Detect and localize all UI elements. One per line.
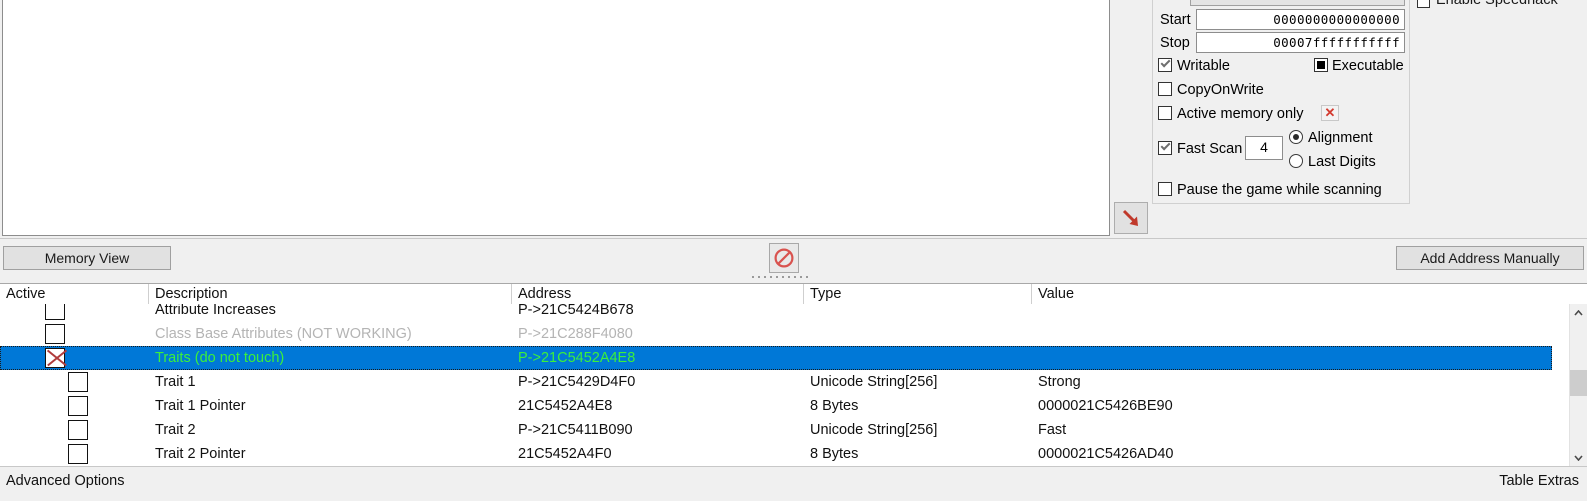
row-address: P->21C5424B678 <box>518 304 634 318</box>
row-type: 8 Bytes <box>810 446 859 462</box>
column-header-value[interactable]: Value <box>1038 286 1074 302</box>
row-description: Class Base Attributes (NOT WORKING) <box>155 326 412 342</box>
row-active-checkbox[interactable] <box>68 372 88 392</box>
row-type: Unicode String[256] <box>810 374 938 390</box>
cheat-engine-window: Start 0000000000000000 Stop 00007fffffff… <box>0 0 1587 501</box>
table-row[interactable]: Trait 1 P->21C5429D4F0 Unicode String[256]… <box>0 370 1552 394</box>
row-description: Trait 1 Pointer <box>155 398 246 414</box>
active-memory-only-checkbox[interactable] <box>1158 106 1172 120</box>
writable-label: Writable <box>1177 58 1230 74</box>
row-value: Fast <box>1038 422 1067 438</box>
splitter-grip[interactable] <box>752 276 812 281</box>
start-label: Start <box>1160 12 1191 28</box>
status-bar: Advanced Options Table Extras <box>0 466 1587 501</box>
no-entry-icon <box>774 248 794 268</box>
column-divider[interactable] <box>803 284 804 304</box>
row-active-checkbox[interactable] <box>45 324 65 344</box>
scan-options-group <box>1152 0 1410 204</box>
table-row[interactable]: Attribute Increases P->21C5424B678 <box>0 304 1552 322</box>
red-arrow-down-right-icon-button[interactable] <box>1114 202 1148 234</box>
address-list-table: Active Description Address Type Value At… <box>0 283 1587 466</box>
row-description: Attribute Increases <box>155 304 276 318</box>
enable-speedhack-label: Enable Speedhack <box>1436 0 1558 8</box>
copyonwrite-checkbox[interactable] <box>1158 82 1172 96</box>
row-address: 21C5452A4F0 <box>518 446 612 462</box>
table-rows: Attribute Increases P->21C5424B678 Class B… <box>0 304 1587 466</box>
row-active-checkbox[interactable] <box>68 444 88 464</box>
row-active-checkbox[interactable] <box>68 420 88 440</box>
writable-checkbox[interactable] <box>1158 58 1172 72</box>
column-header-type[interactable]: Type <box>810 286 841 302</box>
pause-game-checkbox[interactable] <box>1158 182 1172 196</box>
row-address: P->21C5429D4F0 <box>518 374 636 390</box>
row-type: Unicode String[256] <box>810 422 938 438</box>
column-divider[interactable] <box>1031 284 1032 304</box>
fast-scan-label: Fast Scan <box>1177 141 1243 157</box>
row-active-checkbox[interactable] <box>45 304 65 320</box>
red-x-icon[interactable]: ✕ <box>1321 105 1339 121</box>
stop-input[interactable]: 00007fffffffffff <box>1196 32 1405 53</box>
table-extras-link[interactable]: Table Extras <box>1499 473 1579 489</box>
column-header-address[interactable]: Address <box>518 286 571 302</box>
executable-checkbox[interactable] <box>1314 58 1328 72</box>
stop-label: Stop <box>1160 35 1190 51</box>
row-description: Trait 2 <box>155 422 196 438</box>
no-entry-icon-button[interactable] <box>769 243 799 273</box>
start-input[interactable]: 0000000000000000 <box>1196 9 1405 30</box>
row-address: P->21C288F4080 <box>518 326 633 342</box>
alignment-label: Alignment <box>1308 130 1373 146</box>
row-type: 8 Bytes <box>810 398 859 414</box>
last-digits-radio[interactable] <box>1289 154 1303 168</box>
table-row[interactable]: Trait 2 Pointer 21C5452A4F0 8 Bytes 0000021… <box>0 442 1552 466</box>
advanced-options-link[interactable]: Advanced Options <box>6 473 125 489</box>
column-header-description[interactable]: Description <box>155 286 228 302</box>
table-row[interactable]: Traits (do not touch) P->21C5452A4E8 <box>0 346 1552 370</box>
executable-label: Executable <box>1332 58 1404 74</box>
enable-speedhack-checkbox[interactable] <box>1417 0 1430 8</box>
row-description: Traits (do not touch) <box>155 350 285 366</box>
column-header-active[interactable]: Active <box>6 286 46 302</box>
table-row[interactable]: Trait 2 P->21C5411B090 Unicode String[256]… <box>0 418 1552 442</box>
row-address: P->21C5411B090 <box>518 422 633 438</box>
column-divider[interactable] <box>511 284 512 304</box>
row-description: Trait 1 <box>155 374 196 390</box>
pause-game-label: Pause the game while scanning <box>1177 182 1382 198</box>
row-active-checkbox[interactable] <box>45 348 65 368</box>
row-value: Strong <box>1038 374 1081 390</box>
scrollbar-thumb[interactable] <box>1570 370 1587 396</box>
scan-type-bar[interactable] <box>1190 0 1405 6</box>
chevron-up-icon[interactable] <box>1570 304 1587 321</box>
scan-results-panel[interactable] <box>2 0 1110 236</box>
chevron-down-icon[interactable] <box>1570 449 1587 466</box>
table-row[interactable]: Class Base Attributes (NOT WORKING) P->21… <box>0 322 1552 346</box>
fast-scan-checkbox[interactable] <box>1158 141 1172 155</box>
add-address-manually-button[interactable]: Add Address Manually <box>1396 246 1584 270</box>
table-row[interactable]: Trait 1 Pointer 21C5452A4E8 8 Bytes 0000021… <box>0 394 1552 418</box>
table-header: Active Description Address Type Value <box>0 284 1587 304</box>
row-address: P->21C5452A4E8 <box>518 350 636 366</box>
row-value: 0000021C5426BE90 <box>1038 398 1173 414</box>
column-divider[interactable] <box>148 284 149 304</box>
last-digits-label: Last Digits <box>1308 154 1376 170</box>
fast-scan-value-input[interactable]: 4 <box>1245 136 1283 160</box>
memory-view-button[interactable]: Memory View <box>3 246 171 270</box>
alignment-radio[interactable] <box>1289 130 1303 144</box>
table-vertical-scrollbar[interactable] <box>1569 304 1587 466</box>
row-address: 21C5452A4E8 <box>518 398 613 414</box>
active-memory-only-label: Active memory only <box>1177 106 1304 122</box>
copyonwrite-label: CopyOnWrite <box>1177 82 1264 98</box>
red-arrow-down-right-icon <box>1122 209 1138 226</box>
row-value: 0000021C5426AD40 <box>1038 446 1174 462</box>
row-description: Trait 2 Pointer <box>155 446 246 462</box>
row-active-checkbox[interactable] <box>68 396 88 416</box>
